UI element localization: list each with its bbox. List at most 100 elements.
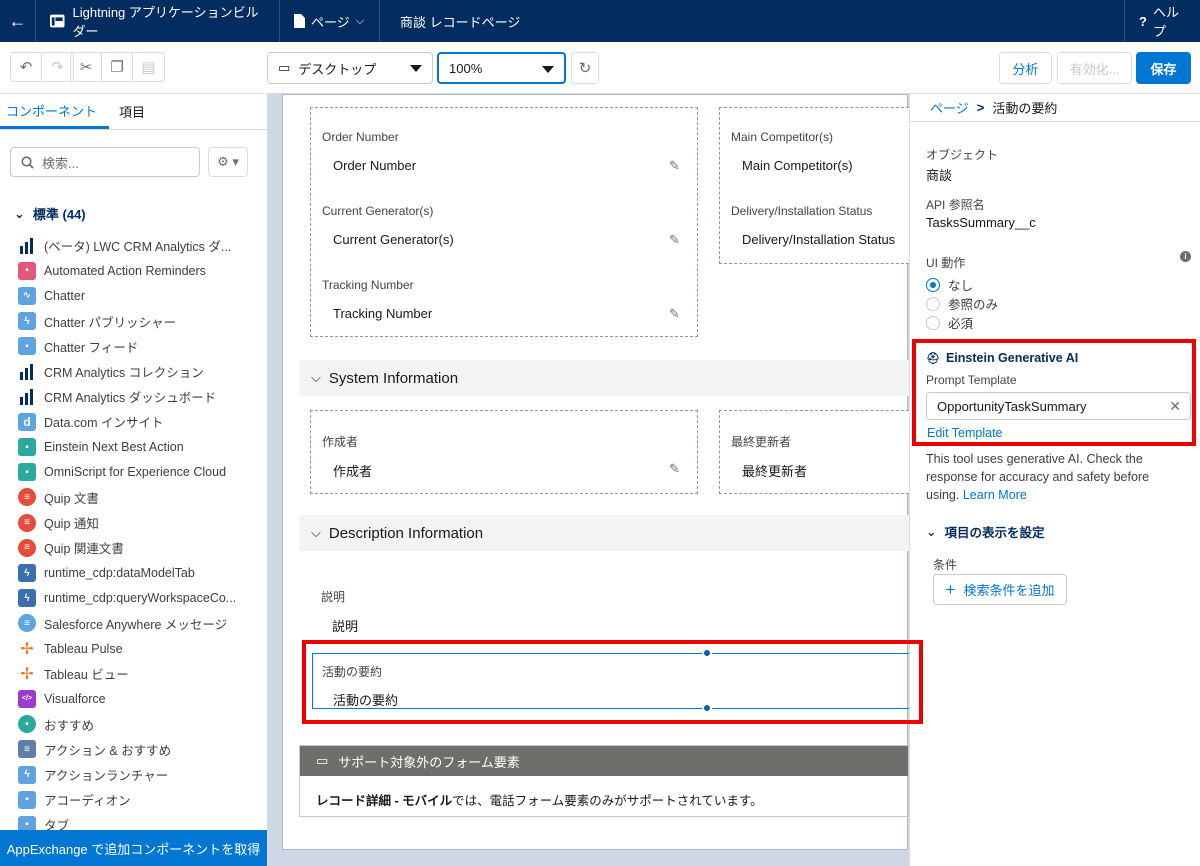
record-page-title: 商談 レコードページ	[400, 14, 521, 30]
cut-icon[interactable]: ✂	[71, 53, 102, 81]
field-label: Delivery/Installation Status	[731, 204, 873, 218]
component-item[interactable]: ≡ Quip 通知	[18, 510, 258, 535]
component-label: Einstein Next Best Action	[44, 440, 184, 455]
standard-components-header[interactable]: ⌄ 標準 (44)	[14, 204, 86, 223]
builder-toolbar: ↶ ↷ ✂ ❐ ▤ ▭ デスクトップ 100% ↻ 分析 有効化... 保存	[0, 42, 1200, 94]
search-icon	[21, 155, 34, 169]
component-label: Quip 通知	[44, 517, 99, 532]
edit-pencil-icon[interactable]: ✎	[669, 461, 680, 477]
activate-button[interactable]: 有効化...	[1057, 52, 1132, 84]
component-label: Chatter フィード	[44, 340, 139, 355]
component-item[interactable]: ✢ Tableau ビュー	[18, 661, 258, 686]
undo-redo-group: ↶ ↷	[10, 52, 74, 82]
unsupported-header: ▭ サポート対象外のフォーム要素	[300, 746, 908, 776]
component-item[interactable]: ∿ Chatter	[18, 283, 258, 308]
resize-handle-bottom[interactable]	[702, 703, 712, 713]
breadcrumb-current: 活動の要約	[992, 101, 1058, 116]
edit-pencil-icon[interactable]: ✎	[669, 232, 680, 248]
component-label: (ベータ) LWC CRM Analytics ダ...	[44, 240, 232, 255]
zoom-select[interactable]: 100%	[437, 52, 566, 84]
component-item[interactable]: ▪ Automated Action Reminders	[18, 258, 258, 283]
component-item[interactable]: • おすすめ	[18, 712, 258, 737]
app-builder-icon	[50, 14, 65, 28]
field-value: Tracking Number	[333, 306, 433, 321]
component-search-input[interactable]: 検索...	[10, 147, 200, 177]
info-icon[interactable]: i	[1180, 251, 1191, 262]
component-label: CRM Analytics ダッシュボード	[44, 391, 217, 406]
component-item[interactable]: ϟ Chatter パブリッシャー	[18, 309, 258, 334]
top-navigation-bar: ← Lightning アプリケーションビルダー ページ ⌵ 商談 レコードペー…	[0, 0, 1200, 42]
undo-icon[interactable]: ↶	[11, 53, 42, 81]
component-item[interactable]: ▪ Einstein Next Best Action	[18, 435, 258, 460]
field-label: Tracking Number	[322, 278, 414, 292]
component-item[interactable]: </> Visualforce	[18, 686, 258, 711]
visibility-section-header[interactable]: ⌄ 項目の表示を設定	[926, 522, 1045, 541]
analyze-button[interactable]: 分析	[999, 52, 1052, 84]
lightning-icon: ϟ	[18, 564, 36, 583]
list-icon: ≡	[18, 740, 36, 759]
component-item[interactable]: ≡ アクション & おすすめ	[18, 737, 258, 762]
tab-fields[interactable]: 項目	[109, 94, 151, 129]
component-item[interactable]: ≡ Quip 文書	[18, 485, 258, 510]
field-value: Delivery/Installation Status	[742, 232, 896, 247]
redo-icon[interactable]: ↷	[42, 53, 73, 81]
page-menu-button[interactable]: ページ ⌵	[280, 0, 380, 42]
caret-down-icon	[410, 65, 422, 72]
component-item[interactable]: ▪ OmniScript for Experience Cloud	[18, 460, 258, 485]
refresh-button[interactable]: ↻	[571, 52, 599, 84]
radio-none[interactable]: なし	[926, 275, 973, 294]
copy-icon[interactable]: ❐	[102, 53, 133, 81]
component-item[interactable]: ≡ Quip 関連文書	[18, 535, 258, 560]
help-button[interactable]: ? ヘルプ	[1124, 0, 1200, 42]
edit-pencil-icon[interactable]: ✎	[669, 306, 680, 322]
component-label: Salesforce Anywhere メッセージ	[44, 617, 228, 632]
breadcrumb-page-link[interactable]: ページ	[930, 98, 969, 117]
component-label: アコーディオン	[44, 794, 131, 809]
panel-tabs: コンポーネント 項目	[0, 94, 267, 130]
component-item[interactable]: ϟ runtime_cdp:queryWorkspaceCo...	[18, 586, 258, 611]
component-item[interactable]: ✢ Tableau Pulse	[18, 636, 258, 661]
component-label: Automated Action Reminders	[44, 263, 206, 278]
resize-handle-top[interactable]	[702, 648, 712, 658]
radio-required[interactable]: 必須	[926, 313, 973, 332]
component-item[interactable]: ϟ runtime_cdp:dataModelTab	[18, 560, 258, 585]
add-filter-button[interactable]: + 検索条件を追加	[933, 574, 1067, 605]
component-item[interactable]: (ベータ) LWC CRM Analytics ダ...	[18, 233, 258, 258]
component-label: Chatter パブリッシャー	[44, 315, 176, 330]
field-section-right[interactable]: Main Competitor(s) Main Competitor(s) De…	[719, 107, 909, 264]
paste-icon[interactable]: ▤	[133, 53, 164, 81]
description-information-section[interactable]: ⌵ Description Information	[299, 515, 909, 551]
component-panel: コンポーネント 項目 検索... ⚙ ▾ ⌄ 標準 (44) (ベータ) LWC…	[0, 94, 268, 866]
settings-menu-button[interactable]: ⚙ ▾	[208, 147, 248, 177]
field-section-left[interactable]: Order Number Order Number ✎ Current Gene…	[310, 107, 698, 337]
chevron-down-icon: ⌄	[926, 525, 937, 539]
device-select[interactable]: ▭ デスクトップ	[267, 52, 433, 84]
appexchange-link[interactable]: AppExchange で追加コンポーネントを取得	[0, 830, 267, 866]
save-button[interactable]: 保存	[1136, 52, 1191, 84]
component-item[interactable]: CRM Analytics ダッシュボード	[18, 384, 258, 409]
component-item[interactable]: CRM Analytics コレクション	[18, 359, 258, 384]
edit-pencil-icon[interactable]: ✎	[669, 158, 680, 174]
component-item[interactable]: ϟ アクションランチャー	[18, 762, 258, 787]
code-icon: </>	[18, 689, 36, 708]
field-value: 作成者	[333, 464, 373, 479]
chevron-down-icon: ⌵	[311, 370, 321, 385]
component-item[interactable]: ▪ Chatter フィード	[18, 334, 258, 359]
system-information-section[interactable]: ⌵ System Information	[299, 360, 909, 396]
radio-readonly[interactable]: 参照のみ	[926, 294, 998, 313]
component-item[interactable]: ≡ Salesforce Anywhere メッセージ	[18, 611, 258, 636]
modified-by-field[interactable]: 最終更新者 最終更新者	[719, 410, 909, 494]
created-by-field[interactable]: 作成者 作成者 ✎	[310, 410, 698, 494]
breadcrumb: ページ > 活動の要約	[910, 94, 1200, 122]
nba-icon: ▪	[18, 438, 36, 457]
quip-icon: ≡	[18, 513, 36, 532]
back-button[interactable]: ←	[0, 0, 36, 42]
component-item[interactable]: d Data.com インサイト	[18, 409, 258, 434]
component-item[interactable]: ▪ アコーディオン	[18, 787, 258, 812]
tab-components[interactable]: コンポーネント	[0, 94, 110, 129]
bar-chart-icon	[18, 237, 36, 255]
radio-selected-icon	[926, 277, 940, 292]
learn-more-link[interactable]: Learn More	[963, 488, 1027, 502]
desktop-icon: ▭	[316, 753, 329, 768]
component-label: Quip 関連文書	[44, 542, 124, 557]
